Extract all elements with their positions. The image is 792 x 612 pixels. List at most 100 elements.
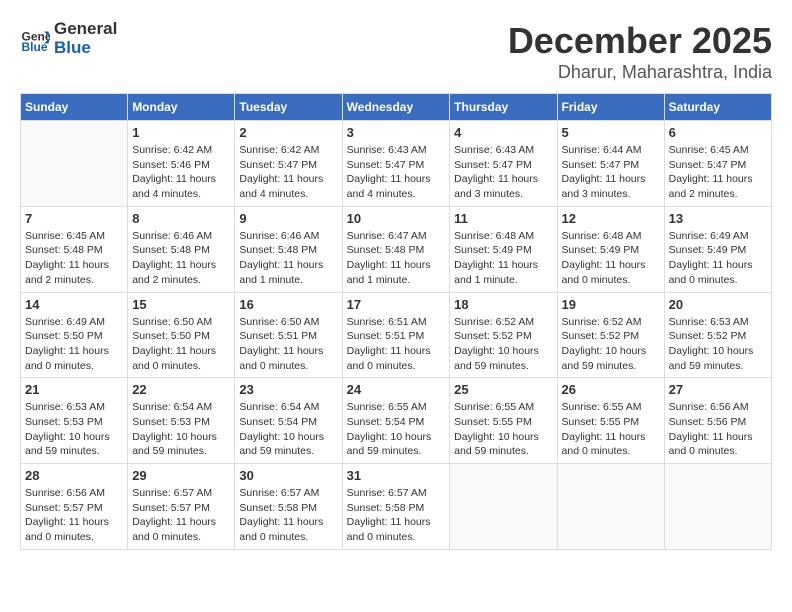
calendar-cell: 28 Sunrise: 6:56 AM Sunset: 5:57 PM Dayli…	[21, 464, 128, 550]
logo-general: General	[54, 20, 117, 39]
day-number: 10	[347, 211, 446, 226]
day-number: 15	[132, 297, 230, 312]
day-number: 7	[25, 211, 123, 226]
calendar-cell: 27 Sunrise: 6:56 AM Sunset: 5:56 PM Dayli…	[664, 378, 771, 464]
day-info: Sunrise: 6:46 AM Sunset: 5:48 PM Dayligh…	[239, 229, 337, 288]
day-info: Sunrise: 6:48 AM Sunset: 5:49 PM Dayligh…	[562, 229, 660, 288]
calendar-cell: 31Sunrise: 6:57 AM Sunset: 5:58 PM Dayli…	[342, 464, 450, 550]
day-number: 9	[239, 211, 337, 226]
day-info: Sunrise: 6:49 AM Sunset: 5:49 PM Dayligh…	[669, 229, 767, 288]
day-number: 21	[25, 382, 123, 397]
logo: General Blue General Blue	[20, 20, 117, 57]
day-info: Sunrise: 6:56 AM Sunset: 5:57 PM Dayligh…	[25, 486, 123, 545]
calendar-cell: 5 Sunrise: 6:44 AM Sunset: 5:47 PM Daylig…	[557, 121, 664, 207]
day-info: Sunrise: 6:55 AM Sunset: 5:55 PM Dayligh…	[454, 400, 552, 459]
day-info: Sunrise: 6:45 AM Sunset: 5:48 PM Dayligh…	[25, 229, 123, 288]
calendar-cell: 26 Sunrise: 6:55 AM Sunset: 5:55 PM Dayli…	[557, 378, 664, 464]
day-info: Sunrise: 6:56 AM Sunset: 5:56 PM Dayligh…	[669, 400, 767, 459]
day-info: Sunrise: 6:49 AM Sunset: 5:50 PM Dayligh…	[25, 315, 123, 374]
day-info: Sunrise: 6:50 AM Sunset: 5:51 PM Dayligh…	[239, 315, 337, 374]
day-number: 6	[669, 125, 767, 140]
weekday-header-thursday: Thursday	[450, 94, 557, 121]
calendar-cell: 2 Sunrise: 6:42 AM Sunset: 5:47 PM Daylig…	[235, 121, 342, 207]
location-title: Dharur, Maharashtra, India	[508, 62, 772, 83]
header: General Blue General Blue December 2025 …	[20, 20, 772, 83]
day-number: 27	[669, 382, 767, 397]
day-number: 28	[25, 468, 123, 483]
calendar-table: SundayMondayTuesdayWednesdayThursdayFrid…	[20, 93, 772, 550]
day-number: 17	[347, 297, 446, 312]
day-number: 3	[347, 125, 446, 140]
day-number: 24	[347, 382, 446, 397]
day-info: Sunrise: 6:57 AM Sunset: 5:58 PM Dayligh…	[239, 486, 337, 545]
day-number: 22	[132, 382, 230, 397]
day-info: Sunrise: 6:45 AM Sunset: 5:47 PM Dayligh…	[669, 143, 767, 202]
day-number: 16	[239, 297, 337, 312]
calendar-cell: 12 Sunrise: 6:48 AM Sunset: 5:49 PM Dayli…	[557, 206, 664, 292]
day-info: Sunrise: 6:55 AM Sunset: 5:55 PM Dayligh…	[562, 400, 660, 459]
day-number: 30	[239, 468, 337, 483]
weekday-header-wednesday: Wednesday	[342, 94, 450, 121]
weekday-header-monday: Monday	[128, 94, 235, 121]
calendar-cell: 25 Sunrise: 6:55 AM Sunset: 5:55 PM Dayli…	[450, 378, 557, 464]
day-info: Sunrise: 6:51 AM Sunset: 5:51 PM Dayligh…	[347, 315, 446, 374]
day-number: 26	[562, 382, 660, 397]
calendar-cell: 16 Sunrise: 6:50 AM Sunset: 5:51 PM Dayli…	[235, 292, 342, 378]
day-info: Sunrise: 6:46 AM Sunset: 5:48 PM Dayligh…	[132, 229, 230, 288]
day-number: 29	[132, 468, 230, 483]
day-info: Sunrise: 6:50 AM Sunset: 5:50 PM Dayligh…	[132, 315, 230, 374]
day-number: 12	[562, 211, 660, 226]
calendar-cell	[450, 464, 557, 550]
day-info: Sunrise: 6:53 AM Sunset: 5:52 PM Dayligh…	[669, 315, 767, 374]
title-area: December 2025 Dharur, Maharashtra, India	[508, 20, 772, 83]
calendar-cell: 23 Sunrise: 6:54 AM Sunset: 5:54 PM Dayli…	[235, 378, 342, 464]
day-number: 11	[454, 211, 552, 226]
calendar-cell: 19 Sunrise: 6:52 AM Sunset: 5:52 PM Dayli…	[557, 292, 664, 378]
day-number: 20	[669, 297, 767, 312]
day-info: Sunrise: 6:52 AM Sunset: 5:52 PM Dayligh…	[454, 315, 552, 374]
calendar-cell	[664, 464, 771, 550]
calendar-cell: 24 Sunrise: 6:55 AM Sunset: 5:54 PM Dayli…	[342, 378, 450, 464]
calendar-cell: 1Sunrise: 6:42 AM Sunset: 5:46 PM Daylig…	[128, 121, 235, 207]
day-number: 4	[454, 125, 552, 140]
calendar-cell: 8 Sunrise: 6:46 AM Sunset: 5:48 PM Daylig…	[128, 206, 235, 292]
day-number: 23	[239, 382, 337, 397]
day-info: Sunrise: 6:47 AM Sunset: 5:48 PM Dayligh…	[347, 229, 446, 288]
calendar-cell: 13 Sunrise: 6:49 AM Sunset: 5:49 PM Dayli…	[664, 206, 771, 292]
calendar-cell: 3 Sunrise: 6:43 AM Sunset: 5:47 PM Daylig…	[342, 121, 450, 207]
calendar-cell: 17 Sunrise: 6:51 AM Sunset: 5:51 PM Dayli…	[342, 292, 450, 378]
day-number: 5	[562, 125, 660, 140]
day-number: 14	[25, 297, 123, 312]
day-info: Sunrise: 6:43 AM Sunset: 5:47 PM Dayligh…	[347, 143, 446, 202]
weekday-header-friday: Friday	[557, 94, 664, 121]
svg-text:Blue: Blue	[22, 40, 48, 54]
calendar-cell: 11 Sunrise: 6:48 AM Sunset: 5:49 PM Dayli…	[450, 206, 557, 292]
day-info: Sunrise: 6:44 AM Sunset: 5:47 PM Dayligh…	[562, 143, 660, 202]
day-number: 19	[562, 297, 660, 312]
weekday-header-saturday: Saturday	[664, 94, 771, 121]
calendar-cell: 15 Sunrise: 6:50 AM Sunset: 5:50 PM Dayli…	[128, 292, 235, 378]
calendar-cell: 14 Sunrise: 6:49 AM Sunset: 5:50 PM Dayli…	[21, 292, 128, 378]
day-info: Sunrise: 6:57 AM Sunset: 5:57 PM Dayligh…	[132, 486, 230, 545]
calendar-cell	[557, 464, 664, 550]
calendar-cell: 10 Sunrise: 6:47 AM Sunset: 5:48 PM Dayli…	[342, 206, 450, 292]
day-info: Sunrise: 6:53 AM Sunset: 5:53 PM Dayligh…	[25, 400, 123, 459]
calendar-cell: 30 Sunrise: 6:57 AM Sunset: 5:58 PM Dayli…	[235, 464, 342, 550]
day-info: Sunrise: 6:54 AM Sunset: 5:54 PM Dayligh…	[239, 400, 337, 459]
calendar-cell: 18Sunrise: 6:52 AM Sunset: 5:52 PM Dayli…	[450, 292, 557, 378]
weekday-header-sunday: Sunday	[21, 94, 128, 121]
day-number: 2	[239, 125, 337, 140]
day-number: 8	[132, 211, 230, 226]
day-number: 13	[669, 211, 767, 226]
day-info: Sunrise: 6:42 AM Sunset: 5:47 PM Dayligh…	[239, 143, 337, 202]
day-info: Sunrise: 6:48 AM Sunset: 5:49 PM Dayligh…	[454, 229, 552, 288]
day-info: Sunrise: 6:52 AM Sunset: 5:52 PM Dayligh…	[562, 315, 660, 374]
weekday-header-tuesday: Tuesday	[235, 94, 342, 121]
day-number: 31	[347, 468, 446, 483]
day-info: Sunrise: 6:55 AM Sunset: 5:54 PM Dayligh…	[347, 400, 446, 459]
logo-icon: General Blue	[20, 24, 50, 54]
calendar-cell: 20 Sunrise: 6:53 AM Sunset: 5:52 PM Dayli…	[664, 292, 771, 378]
calendar-cell: 6 Sunrise: 6:45 AM Sunset: 5:47 PM Daylig…	[664, 121, 771, 207]
day-info: Sunrise: 6:43 AM Sunset: 5:47 PM Dayligh…	[454, 143, 552, 202]
day-number: 25	[454, 382, 552, 397]
